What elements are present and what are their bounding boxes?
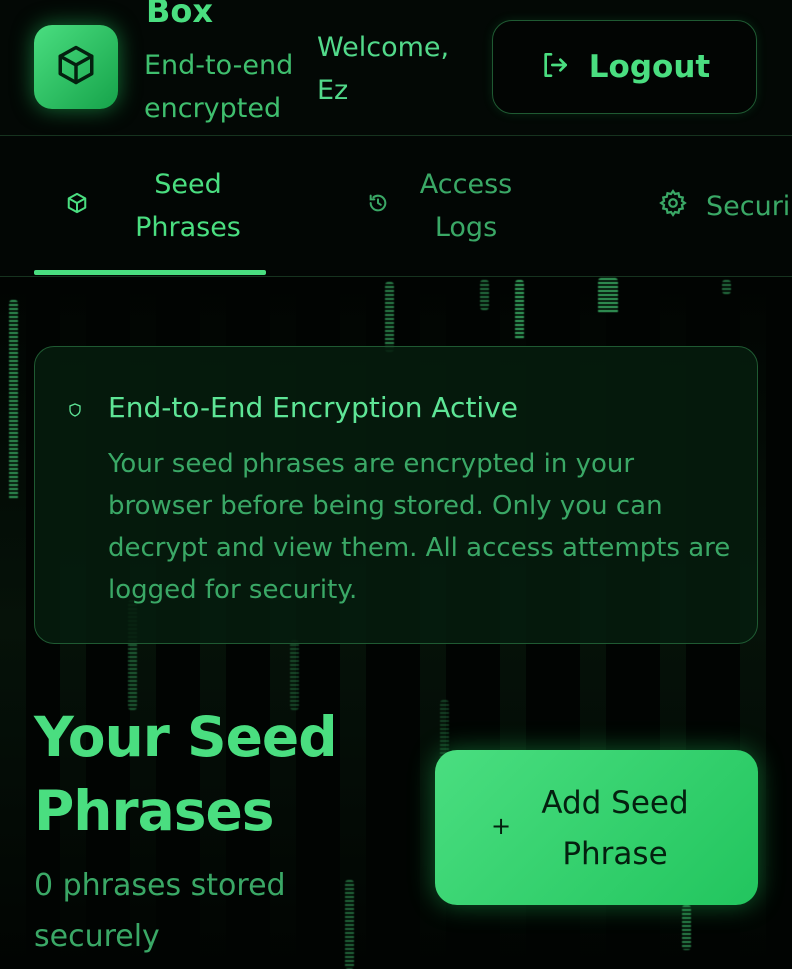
encryption-info-card: End-to-End Encryption Active Your seed p… xyxy=(34,346,758,644)
logout-label: Logout xyxy=(588,49,711,85)
logout-button[interactable]: Logout xyxy=(492,20,757,114)
tab-seed-phrases[interactable]: Seed Phrases xyxy=(66,136,266,276)
app-page: Box End-to-end encrypted Welcome, Ez Log… xyxy=(0,0,792,969)
shield-icon xyxy=(69,402,81,421)
tab-security-label: Securi xyxy=(706,190,791,222)
tab-access-logs-label: Access Logs xyxy=(419,169,513,243)
tab-bar: Seed Phrases Access Logs Securi xyxy=(0,136,792,277)
tab-seed-phrases-label: Seed Phrases xyxy=(135,169,241,243)
tab-security[interactable]: Securi xyxy=(658,136,792,276)
add-seed-phrase-button[interactable]: + Add Seed Phrase xyxy=(435,750,758,905)
history-icon xyxy=(367,192,389,218)
welcome-text: Welcome, Ez xyxy=(317,32,450,106)
cube-icon xyxy=(55,44,97,90)
app-header: Box End-to-end encrypted Welcome, Ez Log… xyxy=(0,0,792,136)
gear-icon xyxy=(658,188,688,222)
cube-icon xyxy=(66,192,88,218)
tab-access-logs[interactable]: Access Logs xyxy=(367,136,527,276)
brand-subtitle: End-to-end encrypted xyxy=(144,50,294,124)
encryption-info-title: End-to-End Encryption Active xyxy=(108,391,518,424)
section-title: Your Seed Phrases xyxy=(34,705,338,843)
encryption-info-body: Your seed phrases are encrypted in your … xyxy=(108,449,731,605)
tab-active-indicator xyxy=(34,270,266,275)
sign-out-icon xyxy=(539,49,571,85)
phrase-count-text: 0 phrases stored securely xyxy=(34,868,286,954)
add-seed-phrase-label: Add Seed Phrase xyxy=(541,785,689,872)
brand-name: Box xyxy=(146,0,214,30)
plus-icon: + xyxy=(491,812,512,840)
app-logo xyxy=(34,25,118,109)
